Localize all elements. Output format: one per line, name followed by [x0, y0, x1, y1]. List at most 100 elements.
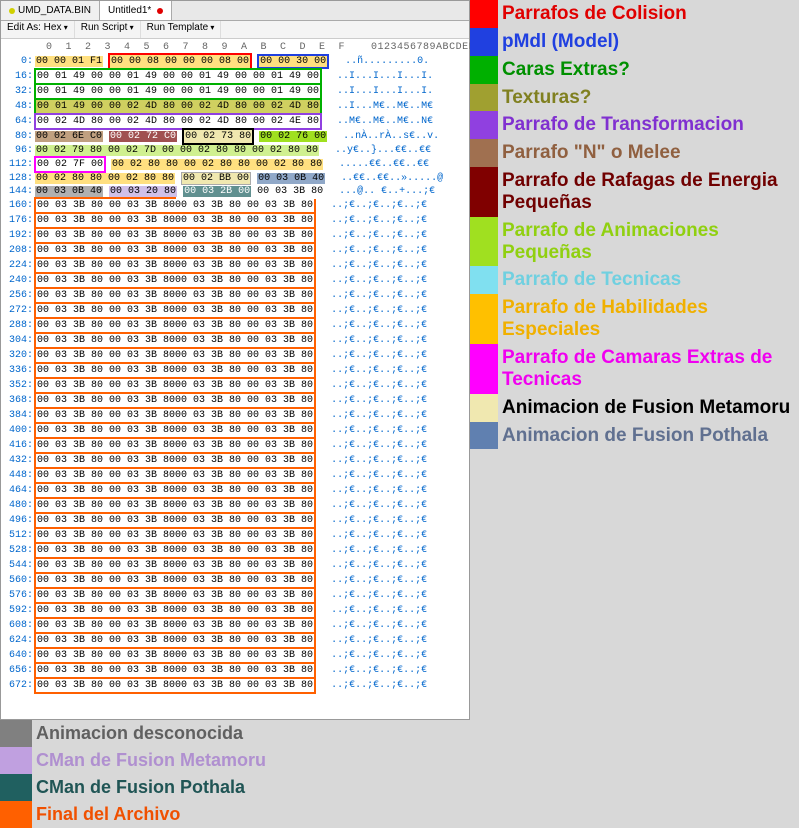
offset: 208:: [3, 244, 33, 257]
tab-label: UMD_DATA.BIN: [18, 5, 91, 16]
hex-bytes: 00 03 3B 80 00 03 3B 80: [174, 634, 316, 649]
legend-item: Parrafo de Camaras Extras de Tecnicas: [470, 344, 799, 394]
offset: 144:: [3, 185, 33, 198]
hex-byte-group: 00 03 3B 80 00 03 3B 8000 03 3B 80 00 03…: [35, 590, 315, 601]
ascii-text: ..;€..;€..;€..;€: [319, 275, 427, 286]
ascii-text: ..;€..;€..;€..;€: [319, 605, 427, 616]
ascii-text: ..;€..;€..;€..;€: [319, 245, 427, 256]
hex-byte-group: 00 03 3B 80 00 03 3B 8000 03 3B 80 00 03…: [35, 530, 315, 541]
offset: 336:: [3, 364, 33, 377]
offset: 224:: [3, 259, 33, 272]
hex-display[interactable]: 0 1 2 3 4 5 6 7 8 9 A B C D E F 01234567…: [1, 39, 469, 695]
hex-row: 400:00 03 3B 80 00 03 3B 8000 03 3B 80 0…: [3, 423, 467, 438]
hex-byte-group: 00 01 49 00 00 01 49 00 00 01 49 00 00 0…: [35, 86, 321, 97]
offset: 16:: [3, 70, 33, 83]
hex-bytes: 00 03 3B 80 00 03 3B 80: [174, 649, 316, 664]
hex-row: 128:00 02 80 80 00 02 80 80 00 02 BB 00 …: [3, 172, 467, 185]
offset: 112:: [3, 158, 33, 171]
offset: 80:: [3, 130, 33, 143]
offset: 576:: [3, 589, 33, 602]
hex-byte-group: 00 01 49 00 00 01 49 00 00 01 49 00 00 0…: [35, 71, 321, 82]
ascii-text: ..I...I...I...I.: [325, 86, 433, 97]
ascii-text: ..M€..M€..M€..N€: [325, 116, 433, 127]
hex-bytes: 00 03 3B 80 00 03 3B 80: [174, 619, 316, 634]
hex-byte-group: 00 03 3B 80 00 03 3B 8000 03 3B 80 00 03…: [35, 575, 315, 586]
hex-row: 496:00 03 3B 80 00 03 3B 8000 03 3B 80 0…: [3, 513, 467, 528]
ascii-text: ..;€..;€..;€..;€: [319, 500, 427, 511]
ascii-text: ..;€..;€..;€..;€: [319, 485, 427, 496]
hex-byte-group: 00 03 3B 80 00 03 3B 8000 03 3B 80 00 03…: [35, 305, 315, 316]
ascii-text: ..;€..;€..;€..;€: [319, 455, 427, 466]
hex-bytes: 00 03 3B 80 00 03 3B 80: [34, 677, 176, 694]
hex-bytes: 00 03 3B 80 00 03 3B 80: [174, 454, 316, 469]
hex-byte-group: 00 03 3B 80 00 03 3B 8000 03 3B 80 00 03…: [35, 500, 315, 511]
offset: 592:: [3, 604, 33, 617]
legend-label: Parrafo de Animaciones Pequeñas: [498, 217, 799, 267]
hex-byte-group: 00 03 3B 80 00 03 3B 8000 03 3B 80 00 03…: [35, 320, 315, 331]
offset: 672:: [3, 679, 33, 692]
hex-bytes: 00 03 3B 80 00 03 3B 80: [174, 559, 316, 574]
ascii-text: ..;€..;€..;€..;€: [319, 290, 427, 301]
legend-label: Animacion de Fusion Pothala: [498, 422, 799, 450]
hex-bytes: 00 02 72 C0: [109, 131, 177, 142]
hex-byte-group: 00 03 3B 80 00 03 3B 8000 03 3B 80 00 03…: [35, 335, 315, 346]
hex-row: 624:00 03 3B 80 00 03 3B 8000 03 3B 80 0…: [3, 633, 467, 648]
hex-bytes: 00 02 80 80 00 02 80 80 00 02 80 80: [111, 159, 323, 170]
run-script-button[interactable]: Run Script: [75, 21, 141, 38]
legend-label: CMan de Fusion Pothala: [32, 774, 470, 801]
color-swatch: [470, 394, 498, 422]
color-swatch: [470, 0, 498, 28]
legend-item: Caras Extras?: [470, 56, 799, 84]
hex-bytes: 00 03 3B 80 00 03 3B 80: [174, 544, 316, 559]
offset: 256:: [3, 289, 33, 302]
legend-label: Parrafo de Rafagas de Energia Pequeñas: [498, 167, 799, 217]
offset: 368:: [3, 394, 33, 407]
hex-byte-group: 00 02 79 80 00 02 7D 00 00 02 80 80 00 0…: [35, 145, 319, 156]
offset: 192:: [3, 229, 33, 242]
legend-item: Parrafo de Tecnicas: [470, 266, 799, 294]
hex-bytes: 00 03 3B 80 00 03 3B 80: [174, 364, 316, 379]
legend-label: Caras Extras?: [498, 56, 799, 84]
legend-label: Parrafo "N" o Melee: [498, 139, 799, 167]
ascii-text: ..;€..;€..;€..;€: [319, 200, 427, 211]
hex-bytes: 00 02 79 80 00 02 7D 00 00 02 80 80 00 0…: [35, 145, 319, 156]
edit-as-button[interactable]: Edit As: Hex: [1, 21, 75, 38]
hex-bytes: 00 03 3B 80 00 03 3B 80: [174, 229, 316, 244]
color-swatch: [0, 720, 32, 747]
hex-bytes: 00 02 BB 00: [181, 172, 251, 185]
ascii-text: ..;€..;€..;€..;€: [319, 620, 427, 631]
hex-row: 576:00 03 3B 80 00 03 3B 8000 03 3B 80 0…: [3, 588, 467, 603]
hex-row: 112:00 02 7F 00 00 02 80 80 00 02 80 80 …: [3, 157, 467, 172]
hex-bytes: 00 03 3B 80 00 03 3B 80: [174, 679, 316, 694]
hex-row: 640:00 03 3B 80 00 03 3B 8000 03 3B 80 0…: [3, 648, 467, 663]
ascii-text: ..;€..;€..;€..;€: [319, 380, 427, 391]
offset: 496:: [3, 514, 33, 527]
legend-item: CMan de Fusion Pothala: [0, 774, 470, 801]
hex-bytes: 00 03 3B 80 00 03 3B 80: [174, 604, 316, 619]
offset: 528:: [3, 544, 33, 557]
tab-umd-data[interactable]: UMD_DATA.BIN: [1, 1, 100, 20]
hex-row: 224:00 03 3B 80 00 03 3B 8000 03 3B 80 0…: [3, 258, 467, 273]
hex-byte-group: 00 03 3B 80 00 03 3B 8000 03 3B 80 00 03…: [35, 560, 315, 571]
ascii-text: ..;€..;€..;€..;€: [319, 440, 427, 451]
tab-untitled[interactable]: Untitled1*: [100, 1, 172, 20]
offset: 608:: [3, 619, 33, 632]
hex-row: 672:00 03 3B 80 00 03 3B 8000 03 3B 80 0…: [3, 678, 467, 693]
color-swatch: [0, 801, 32, 828]
hex-bytes: 00 03 3B 80 00 03 3B 80: [174, 214, 316, 229]
hex-row: 192:00 03 3B 80 00 03 3B 8000 03 3B 80 0…: [3, 228, 467, 243]
hex-row: 544:00 03 3B 80 00 03 3B 8000 03 3B 80 0…: [3, 558, 467, 573]
ascii-text: ..;€..;€..;€..;€: [319, 665, 427, 676]
hex-bytes: 00 03 3B 80 00 03 3B 80: [174, 424, 316, 439]
ascii-text: ..ñ.........0.: [333, 56, 429, 67]
hex-row: 272:00 03 3B 80 00 03 3B 8000 03 3B 80 0…: [3, 303, 467, 318]
legend-label: Animacion de Fusion Metamoru: [498, 394, 799, 422]
ascii-text: ..;€..;€..;€..;€: [319, 590, 427, 601]
hex-byte-group: 00 03 3B 80 00 03 3B 8000 03 3B 80 00 03…: [35, 230, 315, 241]
legend-item: Parrafo "N" o Melee: [470, 139, 799, 167]
run-template-button[interactable]: Run Template: [141, 21, 222, 38]
hex-bytes: 00 03 3B 80 00 03 3B 80: [174, 274, 316, 289]
ascii-text: ..;€..;€..;€..;€: [319, 410, 427, 421]
ascii-text: ..;€..;€..;€..;€: [319, 350, 427, 361]
color-swatch: [470, 84, 498, 112]
